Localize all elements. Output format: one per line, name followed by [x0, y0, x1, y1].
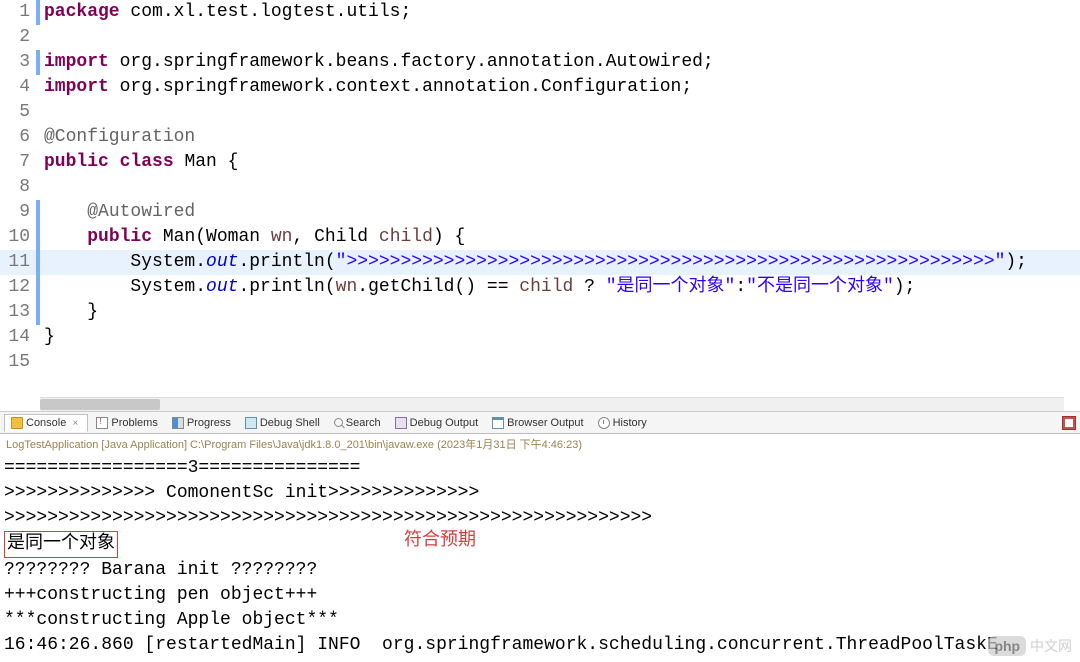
line-content[interactable] — [40, 175, 1080, 200]
code-line[interactable]: 9 @Autowired — [0, 200, 1080, 225]
line-number: 11 — [0, 250, 36, 275]
code-line[interactable]: 1package com.xl.test.logtest.utils; — [0, 0, 1080, 25]
line-number: 5 — [0, 100, 36, 125]
tab-label: Console — [26, 417, 66, 429]
line-number: 10 — [0, 225, 36, 250]
tab-label: History — [613, 417, 647, 429]
tab-debug-shell[interactable]: Debug Shell — [239, 415, 326, 431]
line-number: 6 — [0, 125, 36, 150]
tab-label: Debug Shell — [260, 417, 320, 429]
line-content[interactable]: } — [40, 300, 1080, 325]
line-number: 12 — [0, 275, 36, 300]
line-content[interactable] — [40, 25, 1080, 50]
debug-output-icon — [395, 417, 407, 429]
line-number: 1 — [0, 0, 36, 25]
tab-label: Problems — [111, 417, 157, 429]
line-number: 4 — [0, 75, 36, 100]
line-content[interactable]: import org.springframework.beans.factory… — [40, 50, 1080, 75]
code-line[interactable]: 11 System.out.println(">>>>>>>>>>>>>>>>>… — [0, 250, 1080, 275]
debug-shell-icon — [245, 417, 257, 429]
code-line[interactable]: 12 System.out.println(wn.getChild() == c… — [0, 275, 1080, 300]
browser-output-icon — [492, 417, 504, 429]
tab-label: Browser Output — [507, 417, 583, 429]
tab-problems[interactable]: Problems — [90, 415, 163, 431]
console-line: >>>>>>>>>>>>>>>>>>>>>>>>>>>>>>>>>>>>>>>>… — [4, 506, 1076, 531]
tab-progress[interactable]: Progress — [166, 415, 237, 431]
code-line[interactable]: 8 — [0, 175, 1080, 200]
line-number: 9 — [0, 200, 36, 225]
console-line: ???????? Barana init ???????? — [4, 558, 1076, 583]
line-number: 2 — [0, 25, 36, 50]
problems-icon — [96, 417, 108, 429]
line-content[interactable]: @Configuration — [40, 125, 1080, 150]
annotation-label: 符合预期 — [404, 529, 476, 554]
code-editor[interactable]: 1package com.xl.test.logtest.utils;23imp… — [0, 0, 1080, 412]
code-line[interactable]: 6@Configuration — [0, 125, 1080, 150]
line-number: 8 — [0, 175, 36, 200]
code-line[interactable]: 2 — [0, 25, 1080, 50]
line-number: 3 — [0, 50, 36, 75]
code-line[interactable]: 5 — [0, 100, 1080, 125]
launch-info: LogTestApplication [Java Application] C:… — [0, 434, 1080, 454]
horizontal-scrollbar[interactable] — [40, 397, 1064, 411]
search-icon — [334, 418, 343, 427]
line-number: 13 — [0, 300, 36, 325]
code-line[interactable]: 10 public Man(Woman wn, Child child) { — [0, 225, 1080, 250]
tab-search[interactable]: Search — [328, 415, 387, 431]
terminate-button[interactable] — [1062, 416, 1076, 430]
tab-history[interactable]: History — [592, 415, 653, 431]
code-line[interactable]: 7public class Man { — [0, 150, 1080, 175]
code-line[interactable]: 15 — [0, 350, 1080, 375]
line-number: 14 — [0, 325, 36, 350]
scrollbar-thumb[interactable] — [40, 399, 160, 410]
console-line: >>>>>>>>>>>>>> ComonentSc init>>>>>>>>>>… — [4, 481, 1076, 506]
code-line[interactable]: 4import org.springframework.context.anno… — [0, 75, 1080, 100]
line-content[interactable]: public class Man { — [40, 150, 1080, 175]
line-content[interactable]: import org.springframework.context.annot… — [40, 75, 1080, 100]
line-content[interactable]: } — [40, 325, 1080, 350]
console-output[interactable]: =================3=============== >>>>>>… — [0, 454, 1080, 660]
line-number: 15 — [0, 350, 36, 375]
line-content[interactable]: System.out.println(">>>>>>>>>>>>>>>>>>>>… — [40, 250, 1080, 275]
tab-browser-output[interactable]: Browser Output — [486, 415, 589, 431]
line-content[interactable]: System.out.println(wn.getChild() == chil… — [40, 275, 1080, 300]
progress-icon — [172, 417, 184, 429]
close-icon[interactable]: × — [69, 417, 81, 429]
tab-debug-output[interactable]: Debug Output — [389, 415, 485, 431]
console-icon — [11, 417, 23, 429]
console-line: ***constructing Apple object*** — [4, 608, 1076, 633]
console-line: 16:46:26.860 [restartedMain] INFO org.sp… — [4, 633, 1076, 658]
line-content[interactable]: @Autowired — [40, 200, 1080, 225]
tab-console[interactable]: Console × — [4, 414, 88, 432]
annotation-box: 是同一个对象 — [4, 531, 118, 558]
console-line: +++constructing pen object+++ — [4, 583, 1076, 608]
bottom-panel-tabs: Console × Problems Progress Debug Shell … — [0, 412, 1080, 434]
console-line: =================3=============== — [4, 456, 1076, 481]
history-icon — [598, 417, 610, 429]
line-content[interactable]: public Man(Woman wn, Child child) { — [40, 225, 1080, 250]
code-line[interactable]: 14} — [0, 325, 1080, 350]
line-number: 7 — [0, 150, 36, 175]
console-line: 是同一个对象 — [4, 531, 1076, 558]
code-line[interactable]: 13 } — [0, 300, 1080, 325]
line-content[interactable] — [40, 350, 1080, 375]
tab-label: Progress — [187, 417, 231, 429]
line-content[interactable]: package com.xl.test.logtest.utils; — [40, 0, 1080, 25]
code-line[interactable]: 3import org.springframework.beans.factor… — [0, 50, 1080, 75]
tab-label: Search — [346, 417, 381, 429]
tab-label: Debug Output — [410, 417, 479, 429]
line-content[interactable] — [40, 100, 1080, 125]
